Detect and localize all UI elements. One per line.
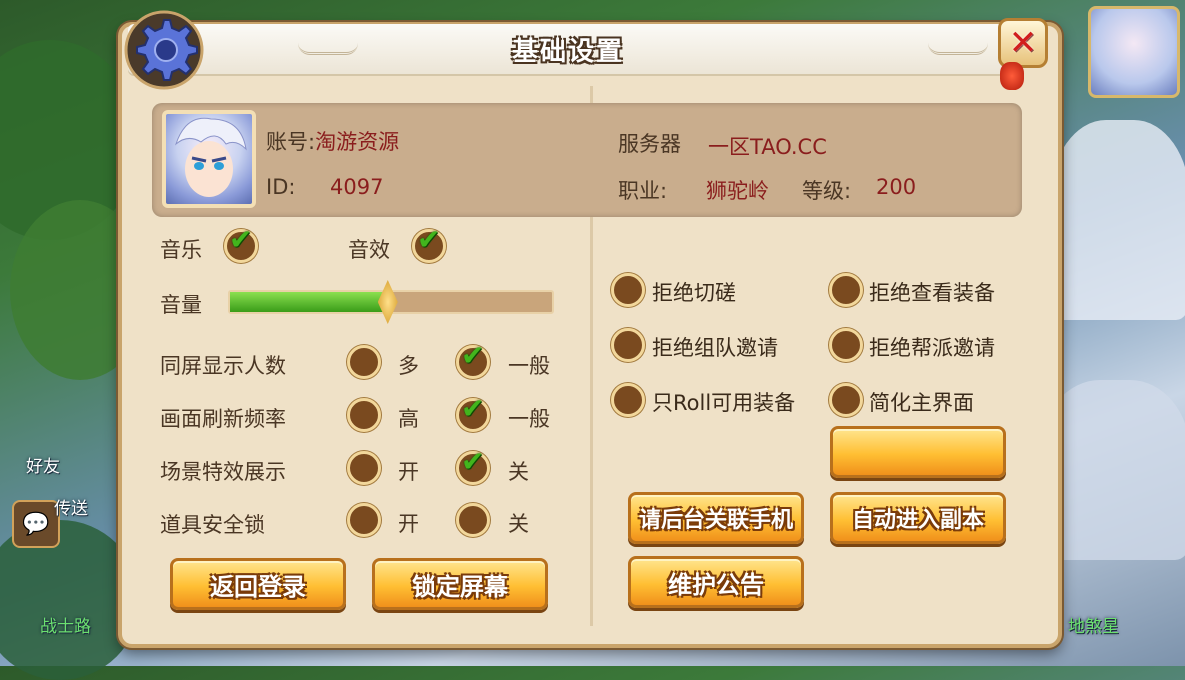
option-label-effects: 场景特效展示 bbox=[160, 460, 286, 484]
toggle-refuse-view-gear-label: 拒绝查看装备 bbox=[869, 281, 995, 305]
scroll-ornament-right bbox=[928, 38, 988, 55]
avatar bbox=[162, 110, 256, 208]
toggle-refuse-team-label: 拒绝组队邀请 bbox=[652, 336, 778, 360]
checkmark-icon: ✔ bbox=[417, 223, 441, 256]
chat-icon[interactable]: 💬 bbox=[12, 500, 60, 548]
blank-button[interactable] bbox=[830, 426, 1006, 478]
option-refresh-radio-1[interactable] bbox=[347, 398, 381, 432]
toggle-refuse-guild-label: 拒绝帮派邀请 bbox=[869, 336, 995, 360]
option-effects-radio-2[interactable]: ✔ bbox=[456, 445, 490, 485]
level-value: 200 bbox=[876, 175, 917, 199]
option-effects-text-1: 开 bbox=[398, 460, 419, 484]
link-phone-button[interactable]: 请后台关联手机 bbox=[628, 492, 804, 544]
option-effects-text-2: 关 bbox=[508, 460, 529, 484]
toggle-refuse-view-gear[interactable] bbox=[829, 273, 863, 307]
map-label-right: 地煞星 bbox=[1068, 617, 1119, 637]
id-value: 4097 bbox=[330, 175, 384, 199]
option-players-radio-2[interactable]: ✔ bbox=[456, 339, 490, 379]
class-label: 职业: bbox=[618, 179, 668, 203]
level-label: 等级: bbox=[802, 179, 852, 203]
sfx-label: 音效 bbox=[348, 238, 390, 262]
title-banner: 基础设置 bbox=[128, 24, 1008, 74]
account-label: 账号:淘游资源 bbox=[266, 130, 400, 154]
close-icon: ✕ bbox=[1008, 23, 1038, 63]
option-lock-text-2: 关 bbox=[508, 512, 529, 536]
music-label: 音乐 bbox=[160, 238, 202, 262]
checkmark-icon: ✔ bbox=[229, 223, 253, 256]
server-value: 一区TAO.CC bbox=[708, 135, 827, 159]
option-refresh-text-2: 一般 bbox=[508, 407, 550, 431]
checkmark-icon: ✔ bbox=[461, 392, 485, 425]
player-portrait-hud[interactable] bbox=[1088, 6, 1180, 98]
option-lock-radio-2[interactable] bbox=[456, 503, 490, 537]
option-label-lock: 道具安全锁 bbox=[160, 513, 265, 537]
friends-label[interactable]: 好友 bbox=[26, 452, 60, 477]
option-label-refresh: 画面刷新频率 bbox=[160, 407, 286, 431]
account-info-box bbox=[152, 103, 1022, 217]
option-lock-text-1: 开 bbox=[398, 512, 419, 536]
panel-title: 基础设置 bbox=[511, 36, 624, 67]
option-players-text-2: 一般 bbox=[508, 354, 550, 378]
account-name: 淘游资源 bbox=[315, 130, 400, 154]
teleport-label: 传送 bbox=[54, 499, 88, 519]
close-button[interactable]: ✕ bbox=[998, 18, 1048, 68]
notice-button[interactable]: 维护公告 bbox=[628, 556, 804, 608]
toggle-simplify-ui[interactable] bbox=[829, 383, 863, 417]
option-effects-radio-1[interactable] bbox=[347, 451, 381, 485]
id-label: ID: bbox=[266, 175, 296, 199]
option-refresh-text-1: 高 bbox=[398, 407, 419, 431]
server-label: 服务器 bbox=[618, 132, 681, 156]
option-refresh-radio-2[interactable]: ✔ bbox=[456, 392, 490, 432]
music-checkbox[interactable]: ✔ bbox=[224, 223, 258, 263]
gear-icon bbox=[124, 10, 204, 90]
lantern-decoration bbox=[1000, 62, 1024, 90]
sfx-checkbox[interactable]: ✔ bbox=[412, 223, 446, 263]
toggle-refuse-team[interactable] bbox=[611, 328, 645, 362]
option-label-players: 同屏显示人数 bbox=[160, 354, 286, 378]
toggle-refuse-duel[interactable] bbox=[611, 273, 645, 307]
toggle-roll-usable-label: 只Roll可用装备 bbox=[652, 391, 796, 415]
toggle-roll-usable[interactable] bbox=[611, 383, 645, 417]
back-login-button[interactable]: 返回登录 bbox=[170, 558, 346, 610]
volume-slider[interactable] bbox=[228, 280, 554, 324]
checkmark-icon: ✔ bbox=[461, 445, 485, 478]
volume-label: 音量 bbox=[160, 293, 202, 317]
toggle-refuse-guild[interactable] bbox=[829, 328, 863, 362]
map-label-left: 战士路 bbox=[40, 617, 91, 637]
toggle-refuse-duel-label: 拒绝切磋 bbox=[652, 281, 736, 305]
scroll-ornament-left bbox=[298, 38, 358, 55]
auto-dungeon-button[interactable]: 自动进入副本 bbox=[830, 492, 1006, 544]
option-players-radio-1[interactable] bbox=[347, 345, 381, 379]
class-value: 狮驼岭 bbox=[706, 179, 769, 203]
lock-screen-button[interactable]: 锁定屏幕 bbox=[372, 558, 548, 610]
checkmark-icon: ✔ bbox=[461, 339, 485, 372]
toggle-simplify-ui-label: 简化主界面 bbox=[869, 391, 974, 415]
volume-fill bbox=[230, 292, 388, 312]
option-lock-radio-1[interactable] bbox=[347, 503, 381, 537]
option-players-text-1: 多 bbox=[398, 354, 419, 378]
